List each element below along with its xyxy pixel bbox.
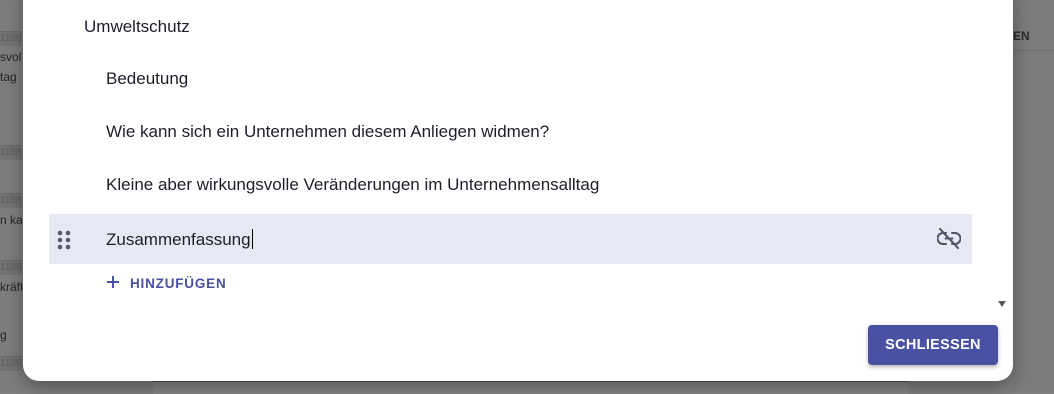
outline-item-active[interactable]: Zusammenfassung bbox=[49, 214, 972, 264]
structure-dialog: Umweltschutz Bedeutung Wie kann sich ein… bbox=[23, 0, 1013, 381]
background-text: g bbox=[0, 328, 7, 342]
outline-item[interactable]: Wie kann sich ein Unternehmen diesem Anl… bbox=[106, 122, 549, 142]
background-right-panel: EN bbox=[1013, 0, 1054, 393]
background-text: n ka bbox=[0, 213, 22, 227]
close-button[interactable]: SCHLIESSEN bbox=[868, 325, 998, 365]
background-left-panel: 1188 svoll tag 1188 1188 n ka 1188 kräft… bbox=[0, 0, 23, 393]
outline-item-edit-field[interactable]: Zusammenfassung bbox=[106, 229, 253, 250]
drag-handle-icon[interactable] bbox=[57, 230, 71, 250]
background-text: svoll bbox=[0, 50, 22, 64]
background-row-number: 1188 bbox=[0, 31, 22, 46]
outline-item-label: Zusammenfassung bbox=[106, 230, 251, 249]
outline-item-root[interactable]: Umweltschutz bbox=[84, 17, 190, 37]
background-row-number: 1188 bbox=[0, 193, 22, 208]
outline-item[interactable]: Kleine aber wirkungsvolle Veränderungen … bbox=[106, 175, 599, 195]
background-row-number: 1188 bbox=[0, 145, 22, 160]
add-item-button[interactable]: HINZUFÜGEN bbox=[106, 273, 227, 293]
background-row-number: 1188 bbox=[0, 356, 22, 371]
text-caret bbox=[251, 229, 253, 249]
background-column-header: EN bbox=[1013, 29, 1030, 43]
unlink-icon[interactable] bbox=[936, 228, 962, 250]
background-text: tag bbox=[0, 70, 17, 84]
background-text: kräfte bbox=[0, 280, 22, 294]
add-item-label: HINZUFÜGEN bbox=[130, 275, 227, 291]
scroll-down-arrow-icon[interactable] bbox=[997, 296, 1007, 307]
background-content-area bbox=[153, 381, 908, 394]
background-row-number: 1188 bbox=[0, 260, 22, 275]
divider bbox=[1013, 50, 1054, 51]
outline-item[interactable]: Bedeutung bbox=[106, 69, 188, 89]
plus-icon bbox=[106, 275, 120, 292]
